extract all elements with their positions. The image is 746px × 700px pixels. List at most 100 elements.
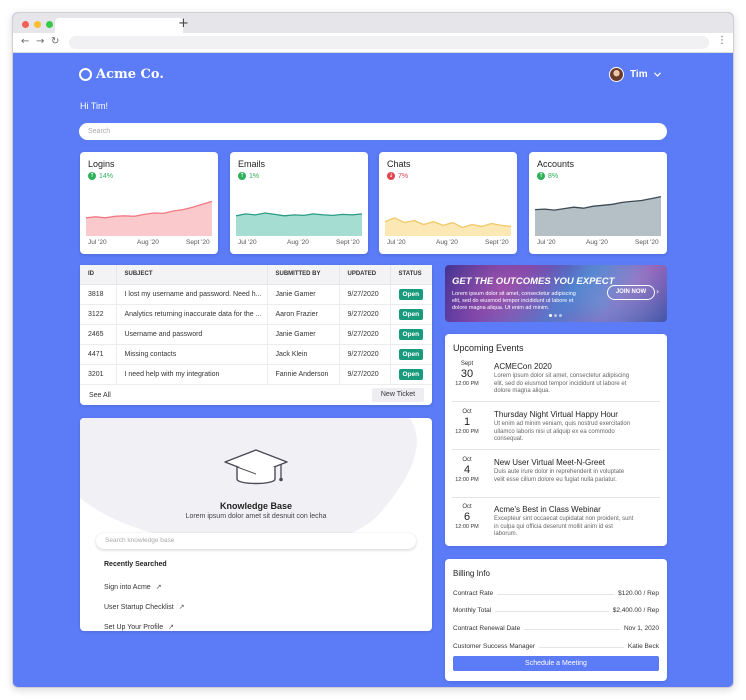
col-subject[interactable]: SUBJECT [116,265,268,285]
banner-headline: GET THE OUTCOMES YOU EXPECT [452,276,615,287]
table-row[interactable]: 3818 I lost my username and password. Ne… [80,284,432,305]
event-day: 6 [463,511,471,523]
event-time: 12:00 PM [455,429,479,435]
kb-title: Knowledge Base [219,501,293,511]
zoom-dot[interactable] [46,21,53,28]
back-arrow-icon[interactable]: ← [21,36,29,47]
address-bar[interactable] [69,36,709,49]
chevron-down-icon [653,72,661,77]
stat-title: Accounts [537,159,575,169]
x-tick-label: Jul '20 [238,239,257,246]
carousel-dot[interactable] [549,314,552,317]
stat-card-accounts[interactable]: Accounts ↑ 8% Jul '20 Aug '20 Sept '20 [529,152,667,254]
table-row[interactable]: 3122 Analytics returning inaccurate data… [80,304,432,325]
schedule-meeting-button[interactable]: Schedule a Meeting [453,656,659,671]
ticket-subject[interactable]: Analytics returning inaccurate data for … [116,304,268,325]
ticket-updated: 9/27/2020 [339,324,391,345]
logo-ring-icon [79,68,92,81]
event-name[interactable]: Acme's Best in Class Webinar [494,505,601,514]
ticket-subject[interactable]: I lost my username and password. Need h.… [116,284,268,305]
x-tick-label: Sept '20 [635,239,659,246]
ticket-id: 4471 [80,344,117,365]
ticket-subject[interactable]: Missing contacts [116,344,268,365]
event-name[interactable]: New User Virtual Meet-N-Greet [494,458,605,467]
stat-sparkline [86,200,212,236]
event-name[interactable]: ACMECon 2020 [494,362,552,371]
window-controls [22,21,53,28]
billing-row: Contract Rate $120.00 / Rep [453,586,659,597]
carousel-dot[interactable] [554,314,557,317]
billing-card: Billing Info Contract Rate $120.00 / Rep… [445,559,667,681]
x-tick-label: Jul '20 [387,239,406,246]
x-tick-label: Jul '20 [537,239,556,246]
ticket-updated: 9/27/2020 [339,284,391,305]
external-link-icon: ↗ [178,603,185,611]
table-row[interactable]: 2465 Username and password Janie Gamer 9… [80,324,432,345]
ticket-submitter: Janie Gamer [267,324,340,345]
recently-searched-title: Recently Searched [104,561,167,568]
search-input[interactable]: Search [79,123,667,140]
event-item[interactable]: Oct 1 12:00 PM Thursday Night Virtual Ha… [452,409,660,450]
sparkline-area [385,217,511,236]
chevron-right-icon[interactable]: › [656,287,659,296]
promo-banner[interactable]: GET THE OUTCOMES YOU EXPECT Lorem ipsum … [445,265,667,322]
browser-tab[interactable] [55,18,183,33]
stat-card-chats[interactable]: Chats ↓ 7% Jul '20 Aug '20 Sept '20 [379,152,517,254]
x-tick-label: Aug '20 [586,239,608,246]
join-now-button[interactable]: JOIN NOW [607,285,655,300]
billing-title: Billing Info [453,569,490,578]
billing-row: Contract Renewal Date Nov 1, 2020 [453,621,659,632]
status-badge: Open [398,288,424,300]
x-tick-label: Jul '20 [88,239,107,246]
event-name[interactable]: Thursday Night Virtual Happy Hour [494,410,618,419]
stat-sparkline [385,217,511,236]
see-all-link[interactable]: See All [89,392,111,399]
close-dot[interactable] [22,21,29,28]
event-item[interactable]: Oct 4 12:00 PM New User Virtual Meet-N-G… [452,457,660,498]
col-updated[interactable]: UPDATED [339,265,391,285]
col-submitted-by[interactable]: SUBMITTED BY [267,265,340,285]
knowledge-base-card: Knowledge Base Lorem ipsum dolor amet si… [80,418,432,631]
event-day: 30 [460,368,474,380]
browser-chrome: + ← → ↻ ⋮ [13,13,733,53]
ticket-submitter: Aaron Frazier [267,304,340,325]
event-time: 12:00 PM [455,381,479,387]
user-menu[interactable]: Tim [609,67,661,82]
table-row[interactable]: 4471 Missing contacts Jack Klein 9/27/20… [80,344,432,365]
event-item[interactable]: Sept 30 12:00 PM ACMECon 2020 Lorem ipsu… [452,361,660,402]
forward-arrow-icon[interactable]: → [36,36,44,47]
minimize-dot[interactable] [34,21,41,28]
brand-logo[interactable]: Acme Co. [79,67,164,82]
plus-icon[interactable]: + [178,16,189,31]
stat-card-logins[interactable]: Logins ↑ 14% Jul '20 Aug '20 Sept '20 [80,152,218,254]
dashboard-page: Acme Co. Tim Hi Tim! Search Logins ↑ 14%… [13,53,733,687]
carousel-dot[interactable] [559,314,562,317]
ticket-subject[interactable]: I need help with my integration [116,364,268,385]
graduation-cap-icon [224,449,288,485]
kb-link-startup-checklist[interactable]: User Startup Checklist ↗ [104,603,185,611]
stat-card-emails[interactable]: Emails ↑ 1% Jul '20 Aug '20 Sept '20 [230,152,368,254]
brand-name: Acme Co. [96,67,164,82]
table-row[interactable]: 3201 I need help with my integration Fan… [80,364,432,385]
col-id[interactable]: ID [80,265,117,285]
kb-link-sign-in[interactable]: Sign into Acme ↗ [104,583,162,591]
x-tick-label: Aug '20 [287,239,309,246]
events-title: Upcoming Events [453,343,524,353]
ticket-id: 3818 [80,284,117,305]
ticket-updated: 9/27/2020 [339,344,391,365]
new-ticket-button[interactable]: New Ticket [372,388,424,402]
kb-link-profile[interactable]: Set Up Your Profile ↗ [104,623,174,631]
kb-search-input[interactable]: Search knowledge base [96,533,416,549]
status-badge: Open [398,328,424,340]
x-tick-label: Sept '20 [336,239,360,246]
col-status[interactable]: STATUS [390,265,432,285]
kebab-icon[interactable]: ⋮ [717,35,727,46]
reload-icon[interactable]: ↻ [51,36,59,47]
event-item[interactable]: Oct 6 12:00 PM Acme's Best in Class Webi… [452,504,660,542]
event-month: Sept [460,361,474,367]
ticket-id: 3201 [80,364,117,385]
billing-row: Customer Success Manager Katie Beck [453,639,659,650]
ticket-subject[interactable]: Username and password [116,324,268,345]
browser-window: + ← → ↻ ⋮ Acme Co. Tim Hi Tim! Search Lo… [12,12,734,688]
event-day: 1 [463,416,471,428]
